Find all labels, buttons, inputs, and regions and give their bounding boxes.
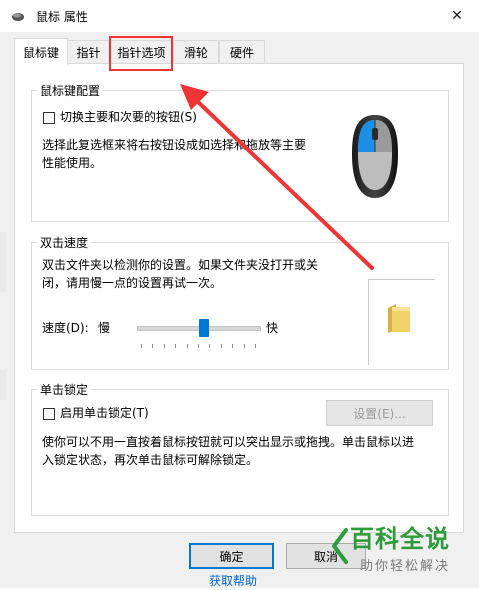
slider-tick [152,344,154,348]
mouse-illustration-icon [352,115,398,198]
slider-tick [243,344,245,348]
click-lock-desc-line2: 入锁定状态，再次单击鼠标可解除锁定。 [42,453,259,467]
click-lock-desc-line1: 使你可以不用一直按着鼠标按钮就可以突出显示或拖拽。单击鼠标以进 [42,435,415,449]
click-lock-settings-button[interactable]: 设置(E)... [326,400,433,426]
click-lock-label[interactable]: 启用单击锁定(T) [60,404,149,422]
slow-label: 慢 [98,321,111,335]
tab-mouse-buttons[interactable]: 鼠标键 [14,38,68,65]
ok-button-label: 确定 [219,549,244,564]
click-lock-title: 单击锁定 [37,381,92,398]
tab-label: 鼠标键 [22,45,59,60]
button-config-title: 鼠标键配置 [37,82,104,99]
tab-label: 指针 [76,46,101,60]
slider-tick [175,344,177,348]
tab-wheel[interactable]: 滑轮 [173,40,219,64]
tab-panel: 鼠标键配置 切换主要和次要的按钮(S) 选择此复选框来将右按钮设成如选择和拖放等… [14,63,464,533]
background-window-edge [0,232,6,292]
slider-tick [198,344,199,348]
button-config-desc-line1: 选择此复选框来将右按钮设成如选择和拖放等主要 [42,138,307,152]
background-window-edge [0,370,6,400]
double-click-desc-line2: 闭，请用慢一点的设置再试一次。 [42,276,223,290]
close-icon: ✕ [451,8,463,24]
settings-button-label: 设置(E)... [353,406,406,421]
tab-label: 滑轮 [183,46,208,60]
slider-tick [141,344,142,348]
title-bar: 鼠标 属性 ✕ [0,0,479,32]
ok-button[interactable]: 确定 [189,543,274,569]
tab-pointers[interactable]: 指针 [67,40,110,64]
speed-slider-thumb[interactable] [199,319,210,337]
double-click-desc-line1: 双击文件夹以检测你的设置。如果文件夹没打开或关 [42,258,319,272]
slider-tick [209,344,211,348]
folder-icon[interactable] [386,302,412,334]
watermark-subtitle: 助你轻松解决 [360,559,451,574]
button-config-desc-line2: 性能使用。 [42,156,103,170]
slider-tick [186,344,188,348]
watermark-icon [332,528,348,564]
tab-label: 硬件 [229,46,254,60]
switch-buttons-checkbox[interactable] [43,112,55,124]
speed-slider-ticks [141,344,257,348]
mouse-icon [12,13,24,21]
speed-label: 速度(D): [42,321,89,335]
slider-tick [163,344,165,348]
window-title: 鼠标 属性 [36,10,88,24]
tab-hardware[interactable]: 硬件 [219,40,265,64]
help-link[interactable]: 获取帮助 [209,572,257,590]
slider-tick [232,344,234,348]
fast-label: 快 [266,321,279,335]
slider-tick [255,344,256,348]
slider-tick [220,344,222,348]
double-click-title: 双击速度 [37,234,92,251]
watermark-logo: 百科全说 助你轻松解决 [330,522,478,586]
click-lock-checkbox[interactable] [43,408,55,420]
watermark-title: 百科全说 [350,525,450,553]
switch-buttons-label[interactable]: 切换主要和次要的按钮(S) [60,108,197,126]
close-button[interactable]: ✕ [440,2,474,30]
annotation-highlight-box [109,36,173,71]
